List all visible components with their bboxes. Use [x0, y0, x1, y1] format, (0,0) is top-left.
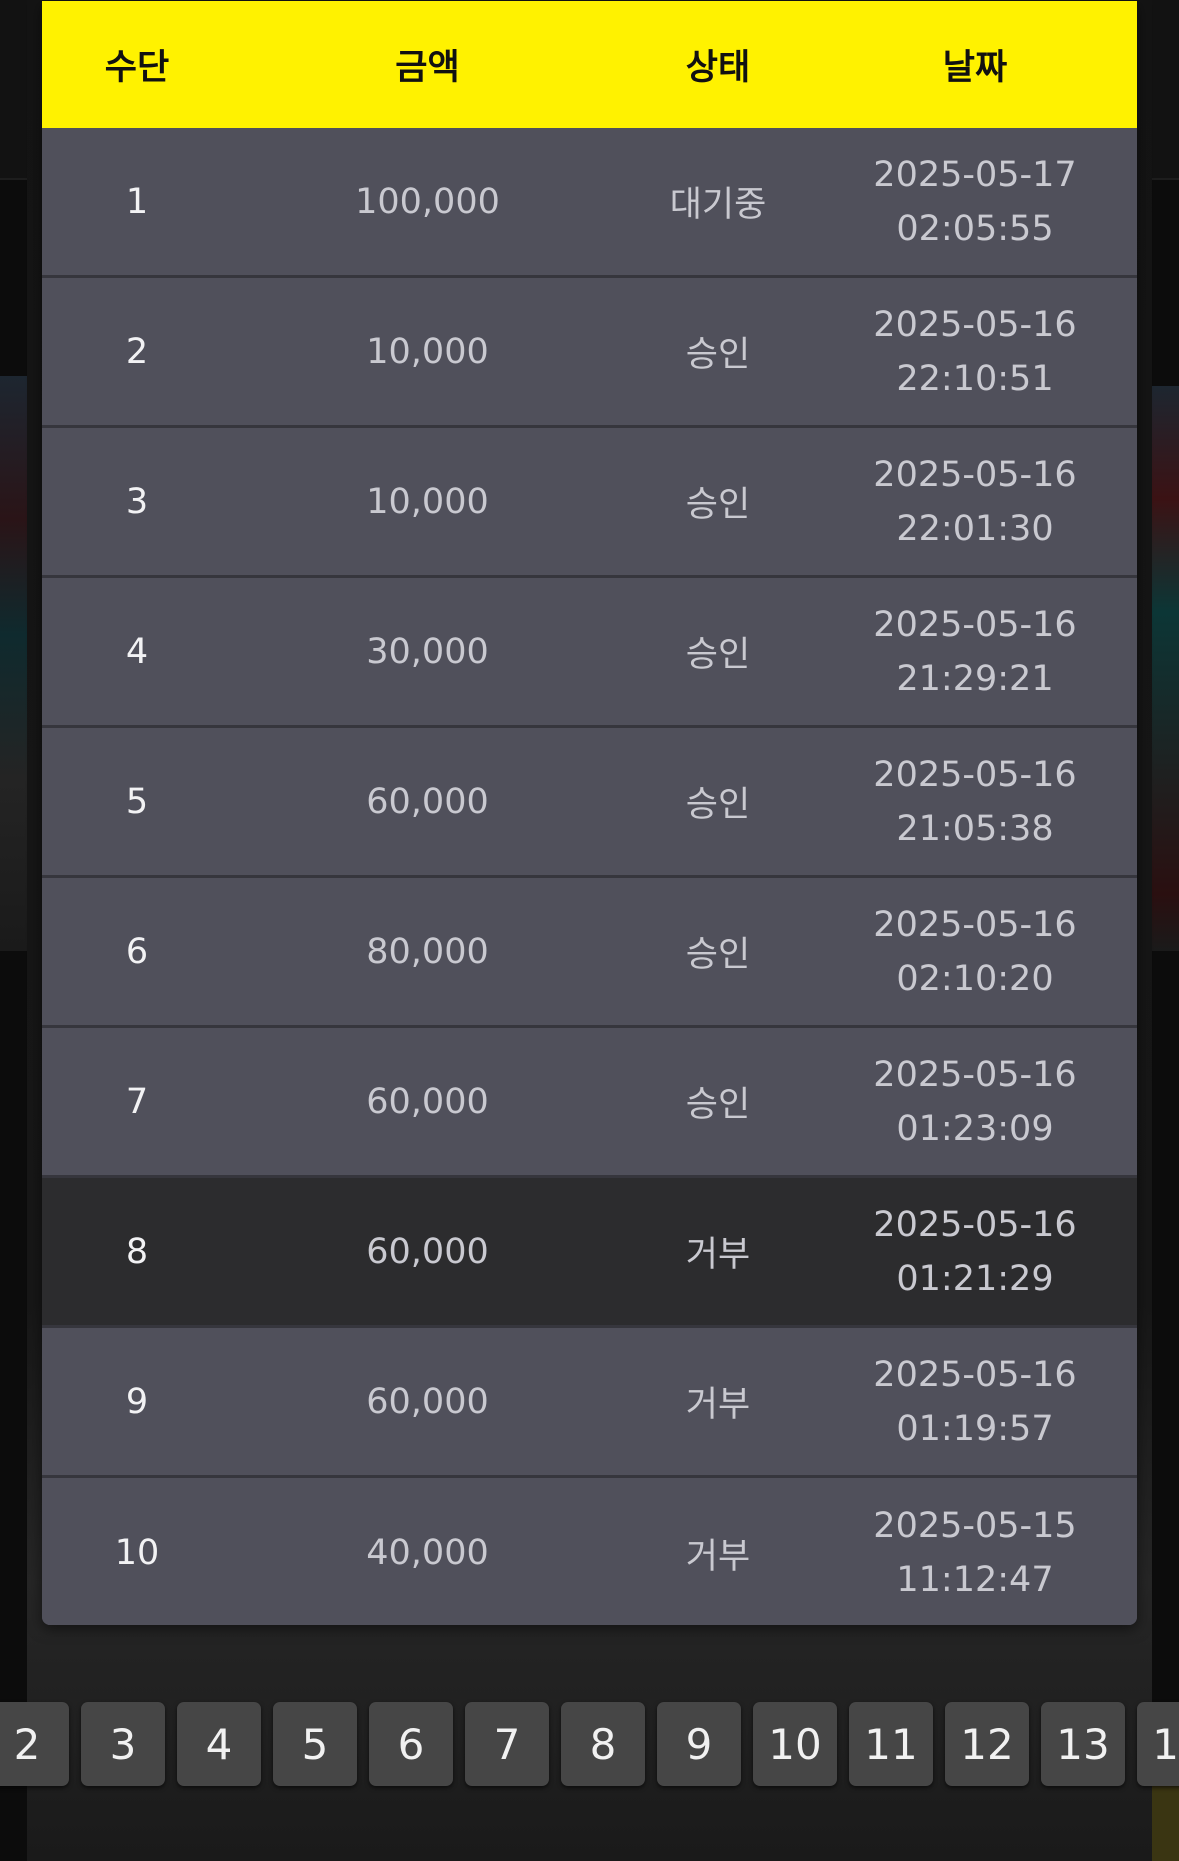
left-side-banner[interactable] — [0, 376, 27, 951]
row-date: 2025-05-16 — [873, 604, 1077, 645]
table-row[interactable]: 8 60,000 거부 2025-05-16 01:21:29 — [42, 1178, 1137, 1328]
row-datetime: 2025-05-16 21:29:21 — [813, 578, 1137, 725]
row-status: 승인 — [685, 1085, 751, 1125]
table-row[interactable]: 2 10,000 승인 2025-05-16 22:10:51 — [42, 278, 1137, 428]
page-button-13[interactable]: 13 — [1041, 1702, 1125, 1786]
row-time: 02:05:55 — [896, 208, 1054, 249]
row-status: 승인 — [685, 635, 751, 675]
page-button-14[interactable]: 14 — [1137, 1702, 1179, 1786]
page-button-8[interactable]: 8 — [561, 1702, 645, 1786]
row-status: 거부 — [685, 1235, 751, 1275]
table-header: 수단 금액 상태 날짜 — [42, 1, 1137, 128]
row-number: 1 — [125, 181, 149, 222]
header-amount: 금액 — [395, 48, 460, 88]
right-side-banner[interactable] — [1152, 386, 1179, 951]
row-number: 4 — [125, 631, 149, 672]
row-datetime: 2025-05-16 22:10:51 — [813, 278, 1137, 425]
row-time: 01:19:57 — [896, 1408, 1054, 1449]
row-amount: 60,000 — [366, 1381, 489, 1422]
header-date: 날짜 — [942, 48, 1008, 88]
transaction-history-table: 수단 금액 상태 날짜 1 100,000 대기중 2025-05-17 02:05:5… — [42, 1, 1137, 1625]
row-number: 7 — [125, 1081, 149, 1122]
table-row[interactable]: 3 10,000 승인 2025-05-16 22:01:30 — [42, 428, 1137, 578]
table-body: 1 100,000 대기중 2025-05-17 02:05:55 2 10,000 승인 20… — [42, 128, 1137, 1625]
page-button-3[interactable]: 3 — [81, 1702, 165, 1786]
row-date: 2025-05-16 — [873, 1054, 1077, 1095]
row-datetime: 2025-05-15 11:12:47 — [813, 1478, 1137, 1625]
table-row[interactable]: 9 60,000 거부 2025-05-16 01:19:57 — [42, 1328, 1137, 1478]
row-amount: 100,000 — [355, 181, 500, 222]
row-time: 02:10:20 — [896, 958, 1054, 999]
row-status: 승인 — [685, 785, 751, 825]
page-stage: 수단 금액 상태 날짜 1 100,000 대기중 2025-05-17 02:05:5… — [0, 0, 1179, 1861]
row-amount: 60,000 — [366, 1231, 489, 1272]
row-date: 2025-05-16 — [873, 1204, 1077, 1245]
row-status: 거부 — [685, 1385, 751, 1425]
row-status: 거부 — [685, 1536, 751, 1577]
page-button-4[interactable]: 4 — [177, 1702, 261, 1786]
row-time: 01:23:09 — [896, 1108, 1054, 1149]
row-amount: 60,000 — [366, 1081, 489, 1122]
row-datetime: 2025-05-16 01:19:57 — [813, 1328, 1137, 1475]
row-number: 3 — [125, 481, 149, 522]
row-status: 승인 — [685, 935, 751, 975]
row-amount: 40,000 — [366, 1533, 489, 1573]
row-amount: 10,000 — [366, 331, 489, 372]
row-number: 9 — [125, 1381, 149, 1422]
row-number: 10 — [114, 1533, 160, 1573]
row-status: 대기중 — [669, 185, 767, 225]
page-button-11[interactable]: 11 — [849, 1702, 933, 1786]
row-date: 2025-05-17 — [873, 154, 1077, 195]
table-row[interactable]: 6 80,000 승인 2025-05-16 02:10:20 — [42, 878, 1137, 1028]
row-datetime: 2025-05-16 02:10:20 — [813, 878, 1137, 1025]
row-date: 2025-05-15 — [873, 1506, 1077, 1546]
row-status: 승인 — [685, 485, 751, 525]
row-date: 2025-05-16 — [873, 304, 1077, 345]
header-status: 상태 — [685, 48, 751, 88]
row-time: 11:12:47 — [896, 1560, 1054, 1600]
row-date: 2025-05-16 — [873, 904, 1077, 945]
row-time: 01:21:29 — [896, 1258, 1054, 1299]
row-time: 22:01:30 — [896, 508, 1054, 549]
row-time: 21:05:38 — [896, 808, 1054, 849]
table-row[interactable]: 4 30,000 승인 2025-05-16 21:29:21 — [42, 578, 1137, 728]
header-method: 수단 — [104, 48, 170, 88]
row-status: 승인 — [685, 335, 751, 375]
row-date: 2025-05-16 — [873, 454, 1077, 495]
page-button-6[interactable]: 6 — [369, 1702, 453, 1786]
row-number: 6 — [125, 931, 149, 972]
row-time: 22:10:51 — [896, 358, 1054, 399]
page-button-10[interactable]: 10 — [753, 1702, 837, 1786]
table-row[interactable]: 10 40,000 거부 2025-05-15 11:12:47 — [42, 1478, 1137, 1625]
row-amount: 30,000 — [366, 631, 489, 672]
row-number: 8 — [125, 1231, 149, 1272]
row-datetime: 2025-05-16 01:21:29 — [813, 1178, 1137, 1325]
row-date: 2025-05-16 — [873, 754, 1077, 795]
page-button-7[interactable]: 7 — [465, 1702, 549, 1786]
row-amount: 60,000 — [366, 781, 489, 822]
table-row[interactable]: 5 60,000 승인 2025-05-16 21:05:38 — [42, 728, 1137, 878]
table-row[interactable]: 1 100,000 대기중 2025-05-17 02:05:55 — [42, 128, 1137, 278]
page-button-12[interactable]: 12 — [945, 1702, 1029, 1786]
row-time: 21:29:21 — [896, 658, 1054, 699]
table-row[interactable]: 7 60,000 승인 2025-05-16 01:23:09 — [42, 1028, 1137, 1178]
row-date: 2025-05-16 — [873, 1354, 1077, 1395]
row-number: 2 — [125, 331, 149, 372]
row-datetime: 2025-05-16 22:01:30 — [813, 428, 1137, 575]
row-datetime: 2025-05-16 01:23:09 — [813, 1028, 1137, 1175]
pagination: 234567891011121314 — [0, 1702, 1179, 1786]
page-button-9[interactable]: 9 — [657, 1702, 741, 1786]
right-bottom-accent — [1152, 1778, 1179, 1861]
row-datetime: 2025-05-16 21:05:38 — [813, 728, 1137, 875]
row-amount: 10,000 — [366, 481, 489, 522]
page-button-2[interactable]: 2 — [0, 1702, 69, 1786]
row-amount: 80,000 — [366, 931, 489, 972]
row-datetime: 2025-05-17 02:05:55 — [813, 128, 1137, 275]
row-number: 5 — [125, 781, 149, 822]
page-button-5[interactable]: 5 — [273, 1702, 357, 1786]
